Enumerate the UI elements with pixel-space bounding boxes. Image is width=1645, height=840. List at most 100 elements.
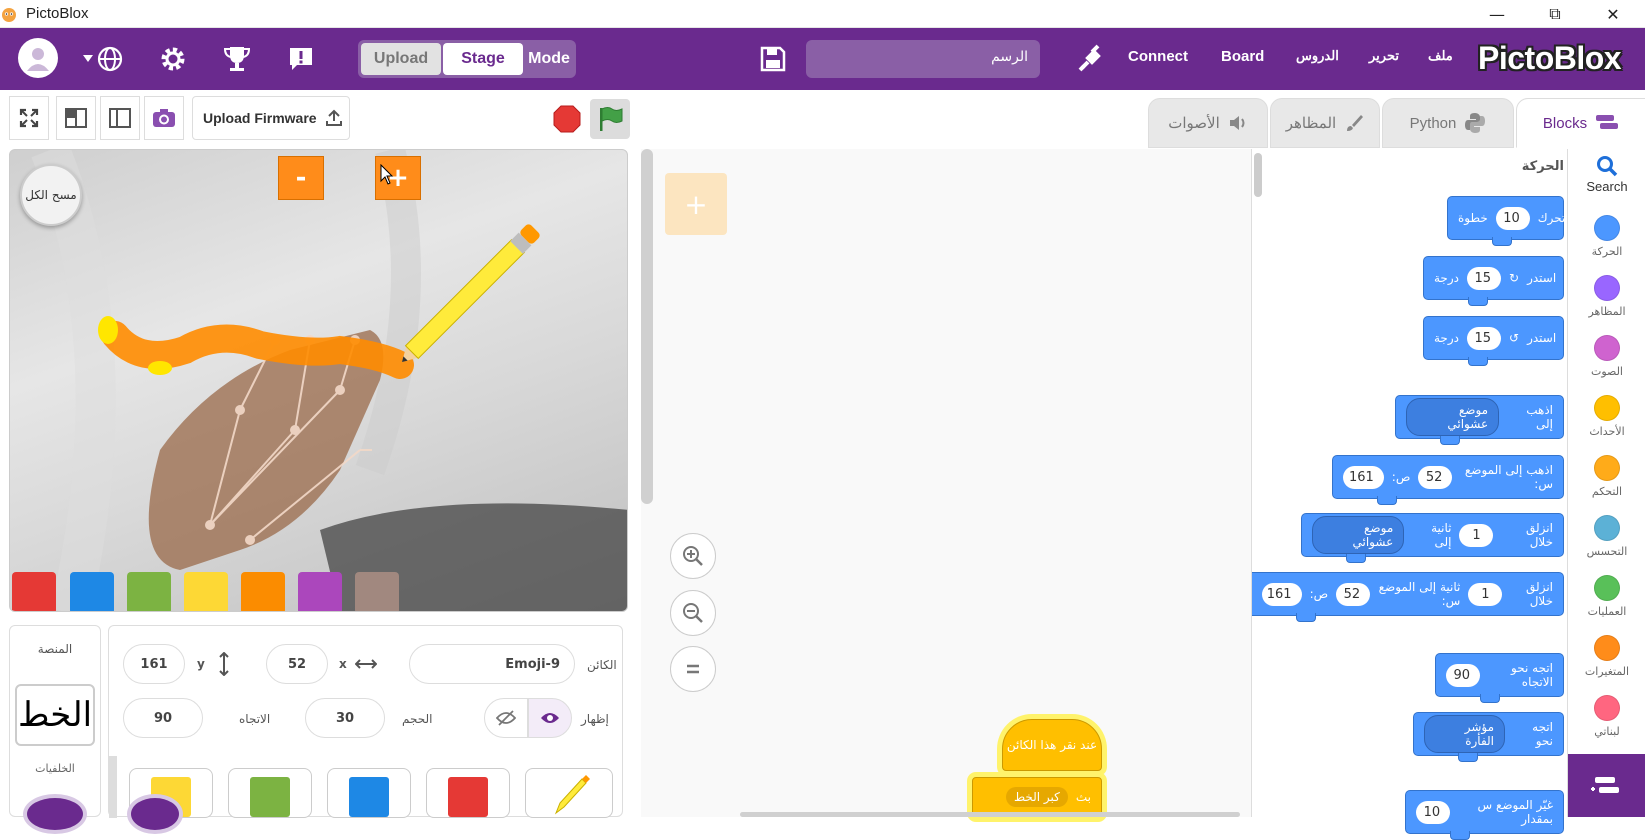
upload-firmware-button[interactable]: Upload Firmware <box>192 96 350 140</box>
go-to-y-input[interactable]: 161 <box>1343 465 1384 489</box>
tab-python[interactable]: Python <box>1382 98 1514 148</box>
show-sprite-button[interactable] <box>528 698 572 738</box>
glide-to-xy-block[interactable]: انزلق خلال 1 ثانية إلى الموضع س: 52 ص: 1… <box>1252 572 1564 622</box>
glide-x-input[interactable]: 52 <box>1336 582 1371 606</box>
decrease-pen-size-button[interactable]: - <box>278 156 324 200</box>
file-menu[interactable]: ملف <box>1428 48 1453 64</box>
when-sprite-clicked-block[interactable]: عند نقر هذا الكائن <box>1002 719 1102 771</box>
stop-button[interactable] <box>552 104 582 134</box>
category-control[interactable]: التحكم <box>1568 455 1645 498</box>
go-to-block[interactable]: اذهب إلى موضع عشوائي <box>1395 395 1564 445</box>
turn-right-degrees-input[interactable]: 15 <box>1467 266 1501 290</box>
sprite-thumb-green[interactable] <box>228 768 312 818</box>
color-swatch-red[interactable] <box>12 572 56 611</box>
sprite-thumb-blue[interactable] <box>327 768 411 818</box>
turn-left-block[interactable]: استدر ↺ 15 درجة <box>1423 316 1564 366</box>
palette-scrollbar[interactable] <box>1254 153 1262 197</box>
tab-blocks[interactable]: Blocks <box>1516 98 1645 148</box>
go-to-x-input[interactable]: 52 <box>1418 465 1453 489</box>
camera-button[interactable] <box>144 96 184 140</box>
glide-to-block[interactable]: انزلق خلال 1 ثانية إلى موضع عشوائي <box>1301 513 1564 563</box>
color-swatch-blue[interactable] <box>70 572 114 611</box>
broadcast-block[interactable]: كبر الخط بث <box>972 777 1102 817</box>
size-input[interactable]: 30 <box>305 698 385 738</box>
category-operators[interactable]: العمليات <box>1568 575 1645 618</box>
category-variables[interactable]: المتغيرات <box>1568 635 1645 678</box>
language-menu[interactable] <box>80 42 126 76</box>
color-swatch-yellow[interactable] <box>184 572 228 611</box>
point-towards-block[interactable]: اتجه نحو مؤشر الفأرة <box>1413 712 1564 762</box>
add-extension-button[interactable] <box>1568 754 1645 817</box>
move-steps-block[interactable]: تحرك 10 خطوة <box>1447 196 1565 246</box>
project-name-input[interactable]: الرسم <box>806 40 1040 78</box>
sprite-thumb-pencil[interactable] <box>525 768 613 818</box>
lessons-menu[interactable]: الدروس <box>1296 48 1339 64</box>
edit-menu[interactable]: تحرير <box>1369 48 1399 64</box>
category-search[interactable]: Search <box>1568 155 1645 194</box>
point-in-direction-block[interactable]: اتجه نحو الاتجاه 90 <box>1435 653 1564 703</box>
small-stage-button[interactable] <box>56 96 96 140</box>
category-looks[interactable]: المظاهر <box>1568 275 1645 318</box>
glide-xy-seconds-input[interactable]: 1 <box>1468 582 1503 606</box>
zoom-in-button[interactable] <box>670 533 716 579</box>
large-stage-button[interactable] <box>100 96 140 140</box>
settings-button[interactable] <box>156 42 190 76</box>
connect-icon-button[interactable] <box>1074 42 1108 76</box>
add-backdrop-button[interactable] <box>23 794 87 834</box>
sprite-list-scrollbar[interactable] <box>109 756 117 818</box>
color-swatch-orange[interactable] <box>241 572 285 611</box>
clear-all-button[interactable]: مسح الكل <box>20 164 82 226</box>
color-swatch-green[interactable] <box>127 572 171 611</box>
color-swatch-purple[interactable] <box>298 572 342 611</box>
sprite-name-input[interactable]: Emoji-9 <box>409 644 575 684</box>
zoom-out-button[interactable] <box>670 590 716 636</box>
hide-sprite-button[interactable] <box>484 698 528 738</box>
change-x-input[interactable]: 10 <box>1416 800 1451 824</box>
color-swatch-brown[interactable] <box>355 572 399 611</box>
scripts-workspace[interactable]: + <box>641 149 1251 817</box>
workspace-scrollbar[interactable] <box>641 149 653 504</box>
stage-mode-button[interactable]: Stage <box>443 43 523 75</box>
horizontal-scrollbar[interactable] <box>740 812 1240 817</box>
broadcast-drop[interactable]: كبر الخط <box>1005 787 1068 807</box>
stage-canvas[interactable]: مسح الكل - + <box>9 149 628 612</box>
direction-input[interactable]: 90 <box>123 698 203 738</box>
add-sprite-button[interactable] <box>127 794 183 834</box>
glide-target-dropdown[interactable]: موضع عشوائي <box>1312 516 1405 554</box>
sprite-thumb-red[interactable] <box>426 768 510 818</box>
tab-sounds[interactable]: الأصوات <box>1148 98 1268 148</box>
turn-right-block[interactable]: استدر ↻ 15 درجة <box>1423 256 1564 306</box>
tab-costumes[interactable]: المظاهر <box>1270 98 1380 148</box>
go-to-target-dropdown[interactable]: موضع عشوائي <box>1406 398 1500 436</box>
y-position-input[interactable]: 161 <box>123 644 185 684</box>
glide-seconds-input[interactable]: 1 <box>1459 523 1494 547</box>
category-my-blocks[interactable]: لبناتي <box>1568 695 1645 738</box>
category-motion[interactable]: الحركة <box>1568 215 1645 258</box>
category-events[interactable]: الأحداث <box>1568 395 1645 438</box>
save-button[interactable] <box>756 42 790 76</box>
point-towards-dropdown[interactable]: مؤشر الفأرة <box>1424 715 1506 753</box>
go-to-xy-block[interactable]: اذهب إلى الموضع س: 52 ص: 161 <box>1332 455 1564 505</box>
x-position-input[interactable]: 52 <box>266 644 328 684</box>
turn-left-degrees-input[interactable]: 15 <box>1467 326 1501 350</box>
connect-menu[interactable]: Connect <box>1128 48 1188 65</box>
fullscreen-button[interactable] <box>9 96 49 140</box>
close-button[interactable]: ✕ <box>1590 2 1636 26</box>
zoom-reset-button[interactable] <box>670 646 716 692</box>
board-menu[interactable]: Board <box>1221 48 1264 65</box>
feedback-button[interactable] <box>284 42 318 76</box>
category-sensing[interactable]: التحسس <box>1568 515 1645 558</box>
glide-y-input[interactable]: 161 <box>1262 582 1302 606</box>
move-steps-input[interactable]: 10 <box>1495 206 1530 230</box>
change-x-block[interactable]: غيّر الموضع س بمقدار 10 <box>1405 790 1564 840</box>
minimize-button[interactable]: — <box>1474 2 1520 26</box>
point-direction-input[interactable]: 90 <box>1446 663 1480 687</box>
avatar[interactable] <box>18 38 58 78</box>
category-sound[interactable]: الصوت <box>1568 335 1645 378</box>
achievements-button[interactable] <box>220 42 254 76</box>
green-flag-button[interactable] <box>590 99 630 139</box>
backdrop-thumbnail[interactable]: الخط <box>15 684 95 746</box>
add-extension-placeholder[interactable]: + <box>665 173 727 235</box>
upload-mode-button[interactable]: Upload <box>361 43 441 75</box>
maximize-button[interactable]: ⧉ <box>1532 2 1578 26</box>
